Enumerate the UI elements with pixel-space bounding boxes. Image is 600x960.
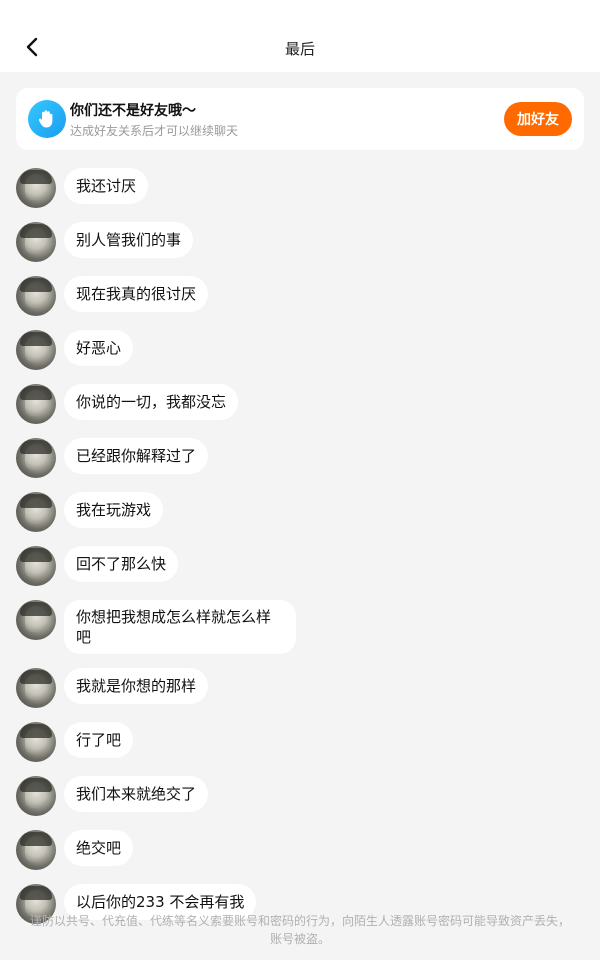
message-bubble[interactable]: 回不了那么快	[64, 546, 179, 582]
avatar[interactable]	[16, 276, 56, 316]
avatar[interactable]	[16, 776, 56, 816]
banner-subtitle: 达成好友关系后才可以继续聊天	[70, 124, 239, 138]
avatar[interactable]	[16, 168, 56, 208]
avatar[interactable]	[16, 600, 56, 640]
not-friends-banner: 你们还不是好友哦～ 达成好友关系后才可以继续聊天 加好友	[16, 88, 584, 150]
hand-wave-icon	[28, 100, 66, 138]
avatar[interactable]	[16, 722, 56, 762]
message-bubble[interactable]: 我们本来就绝交了	[64, 776, 209, 812]
message-list: 我还讨厌 别人管我们的事 现在我真的很讨厌 好恶心 你说的一切，我都没忘 已经跟…	[16, 168, 584, 938]
avatar[interactable]	[16, 330, 56, 370]
message-row: 你说的一切，我都没忘	[16, 384, 584, 424]
message-bubble[interactable]: 已经跟你解释过了	[64, 438, 209, 474]
message-bubble[interactable]: 行了吧	[64, 722, 134, 758]
message-row: 行了吧	[16, 722, 584, 762]
message-bubble[interactable]: 我还讨厌	[64, 168, 149, 204]
message-row: 我们本来就绝交了	[16, 776, 584, 816]
message-bubble[interactable]: 我在玩游戏	[64, 492, 164, 528]
message-bubble[interactable]: 你想把我想成怎么样就怎么样吧	[64, 600, 296, 654]
message-bubble[interactable]: 你说的一切，我都没忘	[64, 384, 239, 420]
message-row: 我就是你想的那样	[16, 668, 584, 708]
message-bubble[interactable]: 好恶心	[64, 330, 134, 366]
message-row: 我还讨厌	[16, 168, 584, 208]
security-notice: 谨防以共号、代充值、代练等名义索要账号和密码的行为，向陌生人透露账号密码可能导致…	[30, 914, 571, 946]
message-row: 你想把我想成怎么样就怎么样吧	[16, 600, 584, 654]
message-row: 回不了那么快	[16, 546, 584, 586]
avatar[interactable]	[16, 384, 56, 424]
banner-title: 你们还不是好友哦～	[70, 103, 196, 119]
avatar[interactable]	[16, 492, 56, 532]
message-bubble[interactable]: 现在我真的很讨厌	[64, 276, 209, 312]
avatar[interactable]	[16, 830, 56, 870]
message-row: 绝交吧	[16, 830, 584, 870]
message-row: 已经跟你解释过了	[16, 438, 584, 478]
message-bubble[interactable]: 绝交吧	[64, 830, 134, 866]
message-row: 我在玩游戏	[16, 492, 584, 532]
avatar[interactable]	[16, 668, 56, 708]
top-bar: 最后	[0, 0, 600, 72]
message-bubble[interactable]: 别人管我们的事	[64, 222, 194, 258]
add-friend-button[interactable]: 加好友	[504, 102, 572, 136]
page-title: 最后	[284, 40, 315, 58]
avatar[interactable]	[16, 222, 56, 262]
message-bubble[interactable]: 我就是你想的那样	[64, 668, 209, 704]
message-row: 现在我真的很讨厌	[16, 276, 584, 316]
message-row: 别人管我们的事	[16, 222, 584, 262]
avatar[interactable]	[16, 546, 56, 586]
avatar[interactable]	[16, 438, 56, 478]
message-row: 好恶心	[16, 330, 584, 370]
